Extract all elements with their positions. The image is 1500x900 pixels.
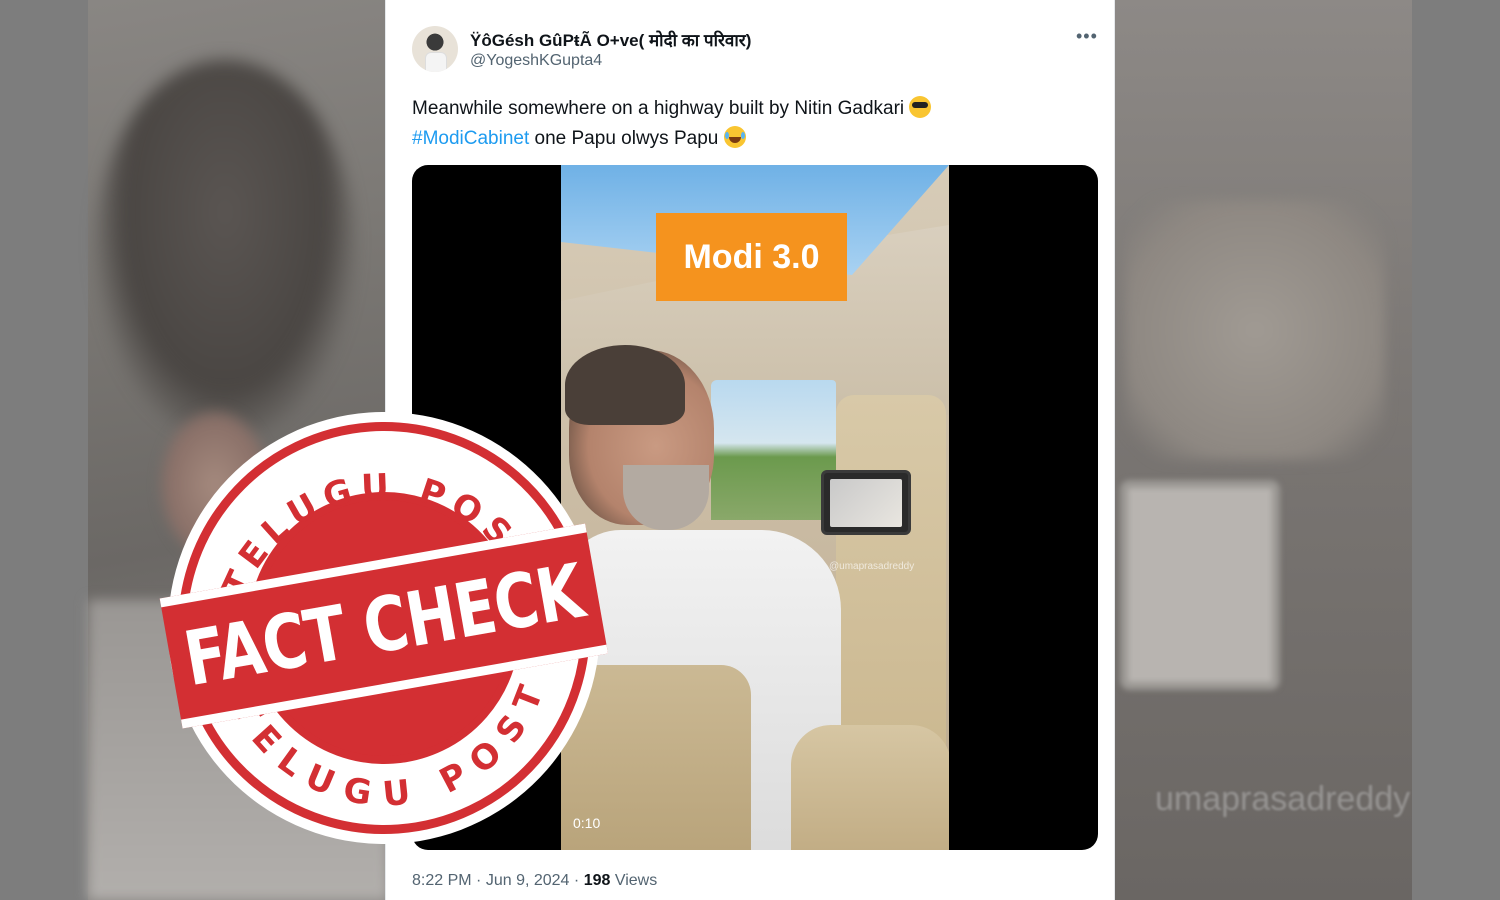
tweet-meta: 8:22 PM · Jun 9, 2024 · 198 Views bbox=[412, 872, 658, 889]
more-options-icon[interactable]: ••• bbox=[1076, 26, 1098, 47]
avatar[interactable] bbox=[412, 26, 458, 72]
tweet-text-line2: one Papu olwys Papu bbox=[529, 128, 719, 149]
views-count: 198 bbox=[583, 872, 611, 889]
tweet-date[interactable]: Jun 9, 2024 bbox=[486, 872, 570, 889]
background-right: umaprasadreddy bbox=[1115, 0, 1500, 900]
tweet-text: Meanwhile somewhere on a highway built b… bbox=[412, 94, 1092, 154]
background-screen bbox=[1120, 480, 1280, 690]
tweet-time[interactable]: 8:22 PM bbox=[412, 872, 472, 889]
seat-screen bbox=[821, 470, 911, 535]
laughing-emoji-icon bbox=[723, 126, 746, 148]
background-head bbox=[95, 60, 355, 440]
sunglasses-emoji-icon bbox=[909, 96, 932, 118]
car-window bbox=[711, 380, 836, 520]
video-frame: Modi 3.0 @umaprasadreddy 0:10 bbox=[561, 165, 949, 850]
user-handle[interactable]: @YogeshKGupta4 bbox=[470, 52, 602, 70]
video-watermark: @umaprasadreddy bbox=[829, 561, 915, 572]
views-label: Views bbox=[614, 872, 658, 889]
tweet-text-line1: Meanwhile somewhere on a highway built b… bbox=[412, 98, 905, 119]
background-watermark: umaprasadreddy bbox=[1155, 780, 1411, 818]
hashtag-link[interactable]: #ModiCabinet bbox=[412, 128, 529, 149]
display-name[interactable]: ŸôGésh GûPŧÃ O+ve( मोदी का परिवार) bbox=[470, 28, 751, 51]
video-overlay-label: Modi 3.0 bbox=[656, 213, 847, 301]
fact-check-stamp: TELUGU POST TELUGU POST FACT CHECK bbox=[153, 397, 615, 859]
background-seat bbox=[1125, 200, 1385, 460]
